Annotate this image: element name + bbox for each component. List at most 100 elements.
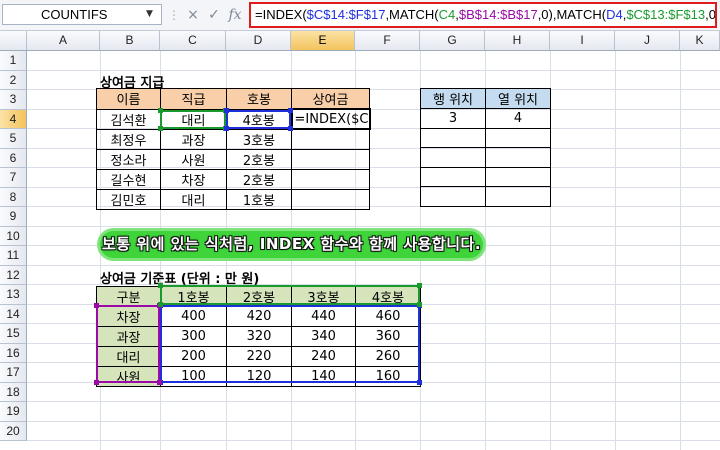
name-box[interactable]: COUNTIFS	[2, 4, 162, 25]
table2-cell[interactable]: 440	[291, 306, 356, 327]
table2-cell[interactable]: 160	[355, 366, 421, 387]
table1-header-cell[interactable]: 호봉	[226, 88, 292, 110]
table1-cell[interactable]: 과장	[160, 128, 227, 150]
position-empty-cell[interactable]	[485, 186, 551, 207]
range-handle[interactable]	[288, 126, 293, 131]
table2-row-label[interactable]: 차장	[96, 306, 161, 327]
row-header-19[interactable]: 19	[0, 402, 27, 422]
table2-row-label[interactable]: 과장	[96, 326, 161, 347]
table2-header-cell[interactable]: 4호봉	[355, 286, 421, 307]
row-header-8[interactable]: 8	[0, 187, 27, 207]
range-handle[interactable]	[158, 301, 163, 307]
table1-header-cell[interactable]: 이름	[96, 88, 161, 110]
table1-cell[interactable]: 정소라	[96, 148, 161, 170]
column-header-a[interactable]: A	[27, 31, 100, 50]
table1-cell[interactable]: 2호봉	[226, 148, 292, 170]
table2-row-label[interactable]: 대리	[96, 346, 161, 367]
table1-cell[interactable]: 김민호	[96, 188, 161, 210]
row-header-16[interactable]: 16	[0, 343, 27, 363]
row-header-10[interactable]: 10	[0, 226, 27, 246]
table1-cell[interactable]: 최정우	[96, 128, 161, 150]
table2-cell[interactable]: 460	[355, 306, 421, 327]
table2-cell[interactable]: 240	[291, 346, 356, 367]
row-header-2[interactable]: 2	[0, 70, 27, 90]
column-header-c[interactable]: C	[160, 31, 226, 50]
position-header-cell[interactable]: 행 위치	[420, 88, 486, 109]
table1-cell[interactable]	[290, 168, 371, 190]
row-header-6[interactable]: 6	[0, 148, 27, 168]
table1-cell[interactable]	[290, 128, 371, 150]
table1-cell[interactable]: =INDEX($C	[290, 108, 371, 130]
position-empty-cell[interactable]	[485, 127, 551, 148]
table1-cell[interactable]: 대리	[160, 108, 227, 130]
column-header-e[interactable]: E	[291, 31, 355, 50]
range-handle[interactable]	[94, 302, 99, 308]
position-empty-cell[interactable]	[485, 147, 551, 168]
insert-function-icon[interactable]: fx	[225, 5, 245, 25]
column-header-h[interactable]: H	[485, 31, 550, 50]
position-value-cell[interactable]: 3	[420, 108, 486, 129]
column-header-k[interactable]: K	[680, 31, 720, 50]
range-handle[interactable]	[417, 301, 422, 307]
row-header-1[interactable]: 1	[0, 51, 27, 71]
table2-cell[interactable]: 140	[291, 366, 356, 387]
position-empty-cell[interactable]	[485, 166, 551, 187]
column-header-i[interactable]: I	[550, 31, 615, 50]
table2-cell[interactable]: 360	[355, 326, 421, 347]
table1-cell[interactable]: 김석환	[96, 108, 161, 130]
table2-cell[interactable]: 220	[226, 346, 292, 367]
column-header-d[interactable]: D	[226, 31, 291, 50]
range-handle[interactable]	[158, 107, 163, 113]
table2-cell[interactable]: 420	[226, 306, 292, 327]
table1-cell[interactable]	[290, 148, 371, 170]
row-header-17[interactable]: 17	[0, 363, 27, 383]
range-handle[interactable]	[158, 283, 163, 288]
table2-header-cell[interactable]: 3호봉	[291, 286, 356, 307]
column-header-b[interactable]: B	[100, 31, 160, 50]
row-header-13[interactable]: 13	[0, 285, 27, 305]
range-handle[interactable]	[224, 126, 229, 131]
position-empty-cell[interactable]	[420, 127, 486, 148]
table1-cell[interactable]: 길수현	[96, 168, 161, 190]
column-header-j[interactable]: J	[615, 31, 680, 50]
row-header-18[interactable]: 18	[0, 382, 27, 402]
table1-cell[interactable]: 1호봉	[226, 188, 292, 210]
row-header-15[interactable]: 15	[0, 324, 27, 344]
table2-header-cell[interactable]: 1호봉	[160, 286, 227, 307]
table1-cell[interactable]: 차장	[160, 168, 227, 190]
table1-cell[interactable]: 4호봉	[226, 108, 292, 130]
row-header-14[interactable]: 14	[0, 304, 27, 324]
table2-cell[interactable]: 320	[226, 326, 292, 347]
table1-cell[interactable]: 사원	[160, 148, 227, 170]
table1-cell[interactable]	[290, 188, 371, 210]
row-header-4[interactable]: 4	[0, 109, 27, 129]
column-header-f[interactable]: F	[355, 31, 420, 50]
table2-cell[interactable]: 300	[160, 326, 227, 347]
row-header-11[interactable]: 11	[0, 246, 27, 266]
table1-header-cell[interactable]: 상여금	[290, 88, 371, 110]
position-header-cell[interactable]: 열 위치	[485, 88, 551, 109]
table1-cell[interactable]: 2호봉	[226, 168, 292, 190]
table2-header-cell[interactable]: 2호봉	[226, 286, 292, 307]
range-handle[interactable]	[157, 379, 162, 385]
table2-cell[interactable]: 260	[355, 346, 421, 367]
position-empty-cell[interactable]	[420, 166, 486, 187]
table2-cell[interactable]: 100	[160, 366, 227, 387]
formula-input[interactable]: =INDEX($C$14:$F$17,MATCH(C4,$B$14:$B$17,…	[249, 2, 717, 28]
position-value-cell[interactable]: 4	[485, 108, 551, 129]
enter-icon[interactable]: ✓	[204, 5, 224, 25]
table2-header-cell[interactable]: 구분	[96, 286, 161, 307]
range-handle[interactable]	[417, 283, 422, 288]
name-box-dropdown-icon[interactable]: ▼	[146, 4, 153, 25]
position-empty-cell[interactable]	[420, 147, 486, 168]
range-handle[interactable]	[158, 126, 163, 131]
select-all-corner[interactable]	[0, 31, 27, 50]
range-handle[interactable]	[288, 107, 293, 113]
table2-cell[interactable]: 120	[226, 366, 292, 387]
table2-row-label[interactable]: 사원	[96, 366, 161, 387]
row-header-12[interactable]: 12	[0, 265, 27, 285]
range-handle[interactable]	[417, 379, 422, 385]
row-header-20[interactable]: 20	[0, 421, 27, 441]
table1-header-cell[interactable]: 직급	[160, 88, 227, 110]
range-handle[interactable]	[224, 107, 229, 113]
